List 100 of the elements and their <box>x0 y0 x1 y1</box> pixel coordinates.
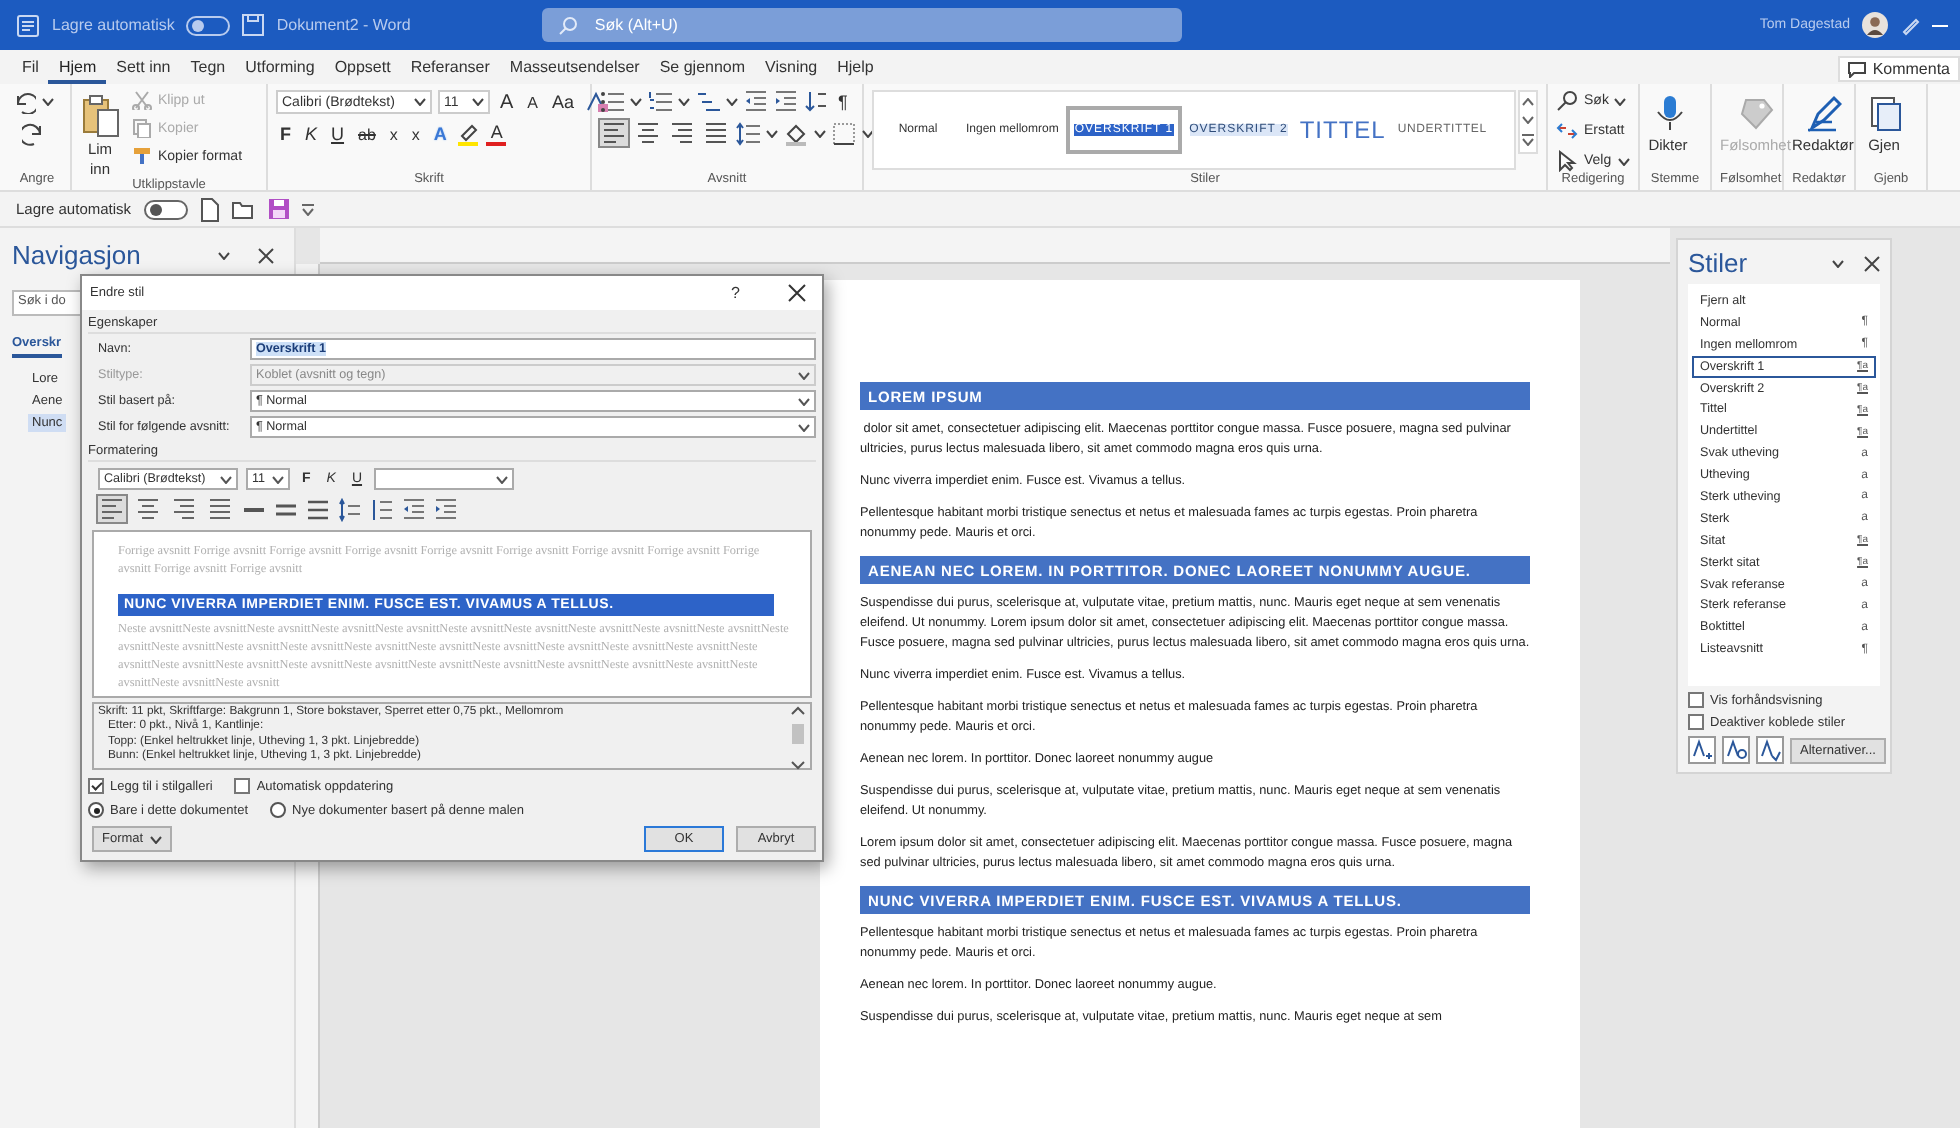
align-right-icon[interactable] <box>668 120 696 146</box>
bullet-list-icon[interactable] <box>600 90 624 112</box>
increase-indent-icon[interactable] <box>774 90 798 112</box>
menu-tab[interactable]: Referanser <box>400 58 500 84</box>
justify-icon[interactable] <box>702 120 730 146</box>
tag-icon <box>1735 94 1776 134</box>
menu-tab[interactable]: Fil <box>12 58 49 84</box>
font-button[interactable]: Aa <box>548 92 579 112</box>
search-icon <box>558 15 579 35</box>
new-style-icon[interactable] <box>1688 736 1716 764</box>
menu-tab[interactable]: Tegn <box>180 58 236 84</box>
caret-icon <box>798 397 810 405</box>
menu-tab[interactable]: Masseutsendelser <box>499 58 650 84</box>
close-icon[interactable] <box>1864 255 1880 271</box>
align-center-icon[interactable] <box>134 496 162 522</box>
format-button[interactable]: A <box>486 122 507 146</box>
cursor-icon <box>1556 150 1578 172</box>
checkbox[interactable] <box>1688 714 1704 730</box>
borders-icon[interactable] <box>832 121 856 145</box>
space-after-icon[interactable] <box>370 497 394 521</box>
space-before-icon[interactable] <box>338 497 362 521</box>
redo-icon[interactable] <box>21 122 45 146</box>
scrollbar-icon[interactable] <box>790 706 806 770</box>
comments-button[interactable]: Kommenta <box>1838 56 1960 82</box>
align-right-icon[interactable] <box>170 496 198 522</box>
caret-icon <box>1614 97 1627 105</box>
caret-icon <box>218 251 230 259</box>
autosave-toggle[interactable] <box>143 199 188 219</box>
shading-icon[interactable] <box>784 121 808 145</box>
autosave-label: Lagre automatisk <box>52 16 175 34</box>
align-left-icon[interactable] <box>600 120 628 146</box>
font-button[interactable]: A <box>496 91 518 113</box>
pen-icon[interactable] <box>1900 15 1920 35</box>
pane-title: Stiler <box>1688 248 1748 278</box>
decrease-indent-icon[interactable] <box>744 90 768 112</box>
save-icon[interactable] <box>267 198 290 220</box>
align-left-icon[interactable] <box>98 496 126 522</box>
menu-tab[interactable]: Visning <box>755 58 828 84</box>
checkbox[interactable] <box>88 778 104 794</box>
format-button[interactable]: U <box>327 124 349 144</box>
menu-tab[interactable]: Oppsett <box>324 58 401 84</box>
format-button[interactable]: ab <box>354 125 380 143</box>
caret-icon <box>1832 259 1844 267</box>
format-button[interactable]: A <box>429 124 451 144</box>
caret-icon <box>630 97 642 105</box>
caret-icon <box>272 475 284 483</box>
caret-icon <box>1522 116 1534 124</box>
caret-icon <box>149 835 162 843</box>
clipboard-icon <box>80 94 120 138</box>
folder-icon[interactable] <box>231 199 256 219</box>
radio-button[interactable] <box>88 802 104 818</box>
show-marks-button[interactable]: ¶ <box>834 91 852 111</box>
pen-lines-icon <box>1802 94 1843 134</box>
justify-icon[interactable] <box>206 496 234 522</box>
menu-tab[interactable]: Sett inn <box>106 58 181 84</box>
caret-icon <box>496 475 509 483</box>
new-document-icon[interactable] <box>199 197 220 221</box>
gallery-scrollbar[interactable] <box>1518 90 1538 154</box>
caret-icon <box>42 98 54 106</box>
color-dropdown[interactable] <box>374 468 515 490</box>
radio-button[interactable] <box>270 802 287 818</box>
caret-icon <box>726 97 738 105</box>
checkbox[interactable] <box>234 778 251 794</box>
multilevel-list-icon[interactable] <box>696 90 720 112</box>
undo-icon[interactable] <box>12 90 36 114</box>
save-icon[interactable] <box>242 14 265 36</box>
more-icon <box>1522 134 1534 146</box>
font-button[interactable]: A <box>523 93 543 111</box>
help-button[interactable]: ? <box>731 284 740 302</box>
highlighter-icon[interactable] <box>456 122 481 146</box>
menu-tab[interactable]: Hjelp <box>827 58 884 84</box>
decrease-indent-icon[interactable] <box>402 498 426 520</box>
checkbox[interactable] <box>1688 692 1704 708</box>
format-button[interactable]: x <box>385 125 402 143</box>
scroll-up-icon <box>1522 98 1534 106</box>
caret-icon <box>678 97 690 105</box>
line-spacing-icon[interactable] <box>736 121 760 145</box>
align-center-icon[interactable] <box>634 120 662 146</box>
menu-tab[interactable]: Se gjennom <box>649 58 756 84</box>
manage-styles-icon[interactable] <box>1756 736 1784 764</box>
copy-icon <box>132 118 152 138</box>
format-button[interactable]: x <box>407 125 424 143</box>
increase-indent-icon[interactable] <box>434 498 458 520</box>
document-title: Dokument2 - Word <box>276 16 411 34</box>
format-button[interactable]: F <box>276 124 295 144</box>
customize-icon[interactable] <box>301 203 314 215</box>
caret-icon <box>766 129 778 137</box>
replace-icon <box>1556 120 1578 142</box>
style-item[interactable]: TITTEL <box>1295 106 1390 154</box>
sort-icon[interactable] <box>804 90 828 112</box>
menu-tab[interactable]: Utforming <box>235 58 325 84</box>
caret-icon <box>814 129 826 137</box>
caret-icon <box>472 98 484 106</box>
close-icon[interactable] <box>788 284 806 302</box>
avatar-icon[interactable] <box>1862 12 1888 38</box>
format-button[interactable]: K <box>301 124 322 144</box>
style-inspector-icon[interactable] <box>1722 736 1750 764</box>
numbered-list-icon[interactable] <box>648 90 672 112</box>
double-spacing-icon[interactable] <box>306 497 330 521</box>
close-icon[interactable] <box>258 247 274 263</box>
